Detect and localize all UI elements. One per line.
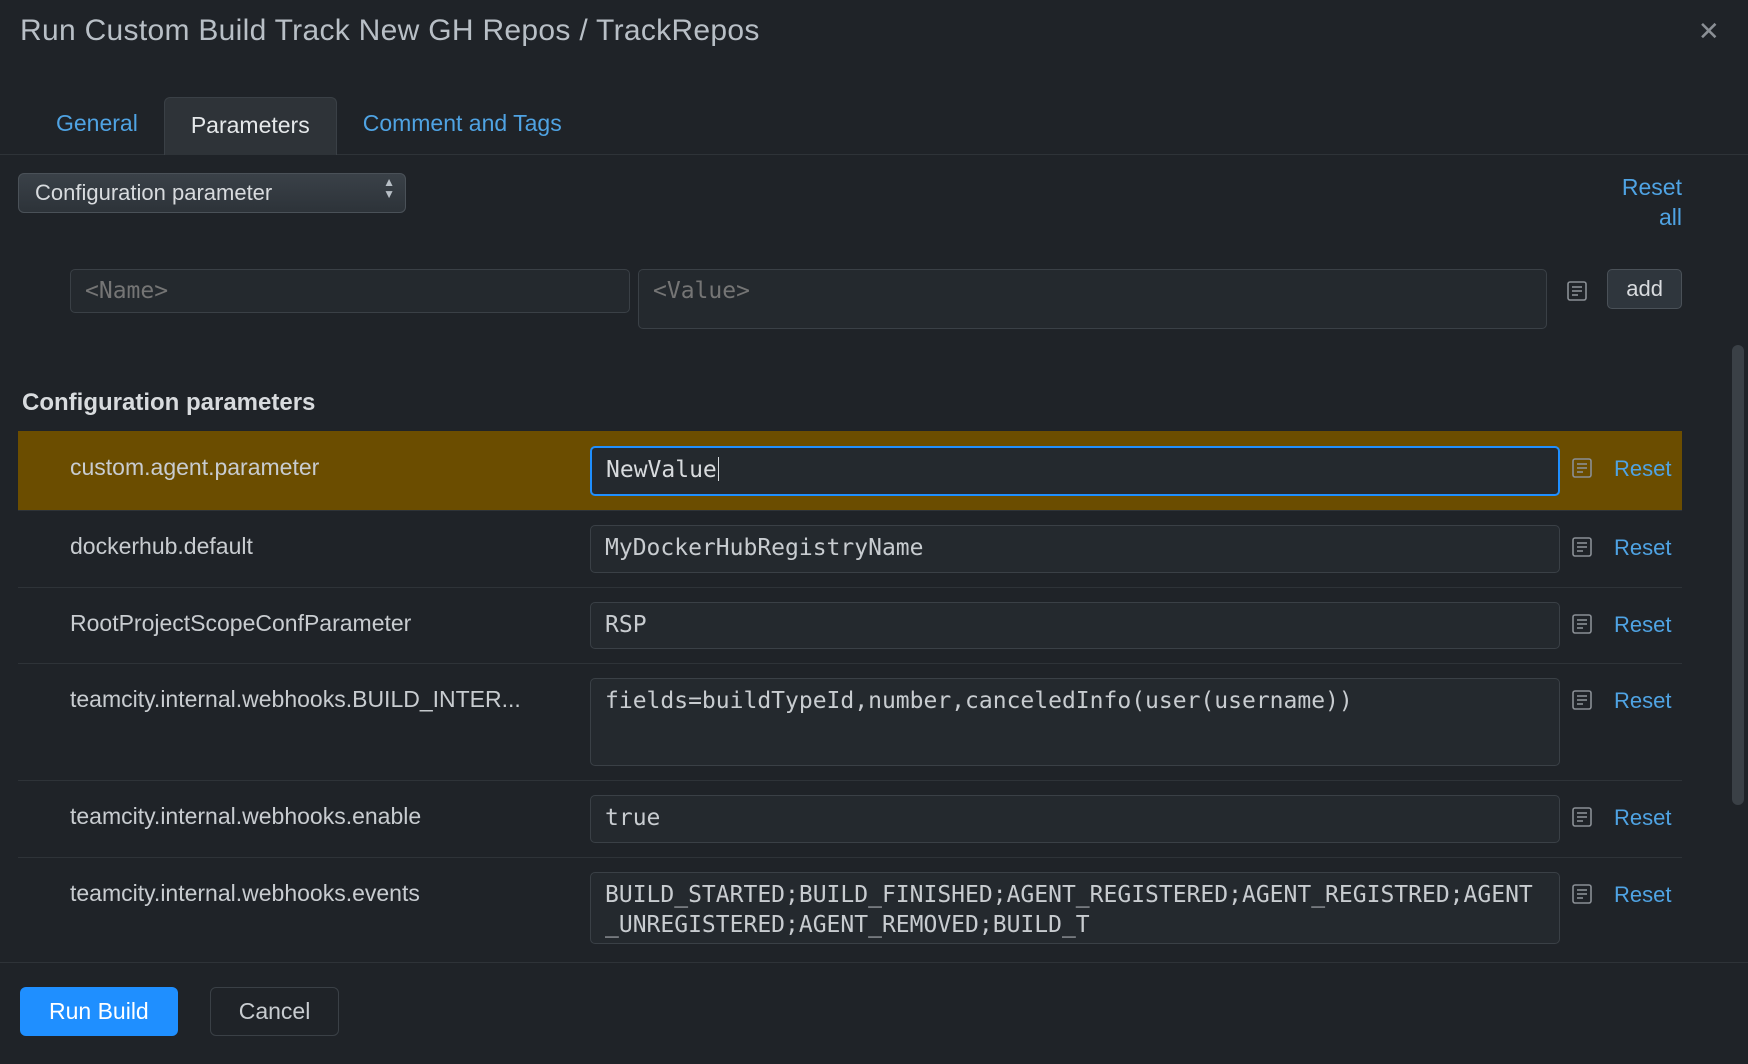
edit-spec-icon[interactable] bbox=[1570, 535, 1594, 559]
add-parameter-row: add bbox=[18, 269, 1682, 329]
param-value-input[interactable]: BUILD_STARTED;BUILD_FINISHED;AGENT_REGIS… bbox=[590, 872, 1560, 944]
param-row: dockerhub.defaultMyDockerHubRegistryName… bbox=[18, 510, 1682, 587]
param-row: teamcity.internal.webhooks.BUILD_INTER..… bbox=[18, 663, 1682, 780]
reset-link[interactable]: Reset bbox=[1604, 525, 1682, 561]
scrollbar[interactable] bbox=[1732, 345, 1744, 805]
param-value-input[interactable]: NewValue bbox=[590, 446, 1560, 496]
tab-comment-and-tags[interactable]: Comment and Tags bbox=[337, 96, 588, 154]
parameter-value-input[interactable] bbox=[638, 269, 1547, 329]
param-row: teamcity.internal.webhooks.eventsBUILD_S… bbox=[18, 857, 1682, 958]
edit-spec-icon[interactable] bbox=[1570, 805, 1594, 829]
param-name: RootProjectScopeConfParameter bbox=[18, 602, 590, 637]
reset-link[interactable]: Reset bbox=[1604, 446, 1682, 482]
reset-link[interactable]: Reset bbox=[1604, 678, 1682, 714]
edit-spec-icon[interactable] bbox=[1570, 456, 1594, 480]
tab-bar: General Parameters Comment and Tags bbox=[0, 62, 1748, 155]
dialog-footer: Run Build Cancel bbox=[0, 962, 1748, 1064]
reset-link[interactable]: Reset bbox=[1604, 795, 1682, 831]
param-row: teamcity.internal.webhooks.enabletrue Res… bbox=[18, 780, 1682, 857]
param-name: custom.agent.parameter bbox=[18, 446, 590, 481]
param-row: RootProjectScopeConfParameterRSP Reset bbox=[18, 587, 1682, 664]
param-value-input[interactable]: MyDockerHubRegistryName bbox=[590, 525, 1560, 573]
tab-parameters[interactable]: Parameters bbox=[164, 97, 337, 155]
param-name: teamcity.internal.webhooks.enable bbox=[18, 795, 590, 830]
dialog-title: Run Custom Build Track New GH Repos / Tr… bbox=[20, 14, 760, 48]
dialog-titlebar: Run Custom Build Track New GH Repos / Tr… bbox=[0, 0, 1748, 62]
edit-spec-icon[interactable] bbox=[1570, 688, 1594, 712]
add-button[interactable]: add bbox=[1607, 269, 1682, 309]
parameters-list: custom.agent.parameterNewValueResetdocke… bbox=[18, 431, 1682, 959]
cancel-button[interactable]: Cancel bbox=[210, 987, 340, 1036]
edit-spec-icon[interactable] bbox=[1570, 882, 1594, 906]
param-row: custom.agent.parameterNewValue Reset bbox=[18, 431, 1682, 510]
parameter-type-select[interactable]: Configuration parameter ▲▼ bbox=[18, 173, 406, 213]
run-custom-build-dialog: Run Custom Build Track New GH Repos / Tr… bbox=[0, 0, 1748, 1064]
edit-spec-icon[interactable] bbox=[1570, 612, 1594, 636]
reset-link[interactable]: Reset bbox=[1604, 872, 1682, 908]
run-build-button[interactable]: Run Build bbox=[20, 987, 178, 1036]
parameter-name-input[interactable] bbox=[70, 269, 630, 313]
param-name: dockerhub.default bbox=[18, 525, 590, 560]
chevron-updown-icon: ▲▼ bbox=[383, 178, 395, 198]
param-value-input[interactable]: true bbox=[590, 795, 1560, 843]
param-name: teamcity.internal.webhooks.BUILD_INTER..… bbox=[18, 678, 590, 713]
tab-general[interactable]: General bbox=[30, 96, 164, 154]
param-value-input[interactable]: RSP bbox=[590, 602, 1560, 650]
param-value-input[interactable]: fields=buildTypeId,number,canceledInfo(u… bbox=[590, 678, 1560, 766]
reset-link[interactable]: Reset bbox=[1604, 602, 1682, 638]
edit-spec-icon[interactable] bbox=[1565, 279, 1589, 303]
reset-all-link[interactable]: Reset all bbox=[1622, 173, 1682, 233]
param-name: teamcity.internal.webhooks.events bbox=[18, 872, 590, 907]
select-label: Configuration parameter bbox=[35, 180, 272, 206]
section-heading: Configuration parameters bbox=[22, 389, 1682, 417]
content-area: Configuration parameter ▲▼ Reset all add… bbox=[0, 155, 1748, 962]
close-icon[interactable]: ✕ bbox=[1698, 18, 1720, 44]
top-row: Configuration parameter ▲▼ Reset all bbox=[18, 173, 1682, 233]
